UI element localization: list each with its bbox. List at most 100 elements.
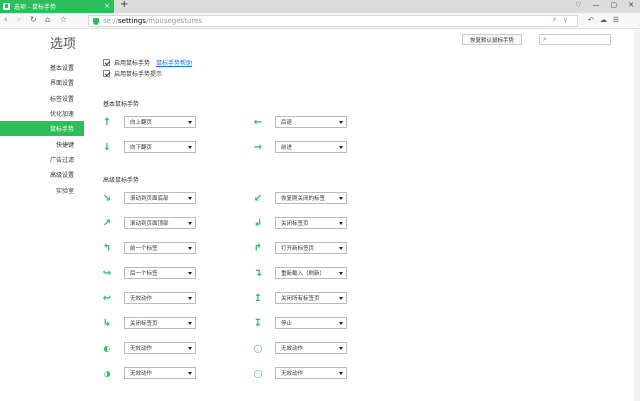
back-icon[interactable]: ‹ — [4, 15, 8, 25]
gesture-down-select[interactable]: 向下翻页 — [124, 141, 196, 153]
gesture-up-left-icon: ↲ — [253, 217, 263, 229]
home-icon[interactable]: ⌂ — [45, 15, 50, 24]
caret-icon — [339, 372, 343, 375]
toolbar: ↶ ☁ ☰ — [588, 16, 619, 24]
basic-gestures-heading: 基本鼠标手势 — [103, 101, 140, 108]
gesture-up-icon: ↑ — [102, 116, 112, 128]
mouse-right-click-icon: ◑ — [103, 368, 111, 378]
mouse-left-click-icon: ◐ — [103, 343, 111, 353]
undo-icon[interactable]: ↶ — [588, 16, 594, 24]
sidebar-item-shortcuts[interactable]: 快捷键 — [0, 136, 84, 151]
caret-icon — [339, 297, 343, 300]
gesture-down-then-right-icon: ↳ — [102, 317, 112, 329]
gesture-down-bar-select[interactable]: 停止 — [275, 317, 347, 329]
gesture-down-left-select[interactable]: 恢复刚关闭的标签 — [275, 192, 347, 204]
caret-icon — [188, 146, 192, 149]
caret-icon — [339, 272, 343, 275]
enable-gestures-checkbox[interactable] — [103, 59, 110, 66]
gesture-up-forward-icon: ↱ — [253, 242, 263, 254]
window-controls: ♡ — ▢ ✕ — [575, 1, 634, 9]
gesture-down-left-icon: ↙ — [253, 192, 263, 204]
close-tab-icon[interactable]: × — [104, 2, 110, 10]
page-title: 选项 — [50, 37, 77, 52]
caret-icon — [188, 322, 192, 325]
mouse-wheel-down-icon: ◯ — [253, 368, 263, 378]
browser-logo-icon — [3, 3, 10, 10]
caret-icon — [188, 347, 192, 350]
mouse-wheel-down-select[interactable]: 无效动作 — [275, 367, 347, 379]
gesture-up-forward-select[interactable]: 打开新标签页 — [275, 242, 347, 254]
sidebar-item-adblock[interactable]: 广告过滤 — [0, 152, 84, 167]
address-bar[interactable]: se://settings/mousegestures — [88, 15, 578, 27]
secure-shield-icon — [93, 17, 99, 25]
gesture-up-bar-icon: ↥ — [253, 292, 263, 304]
gesture-up-right-select[interactable]: 滚动到页面顶部 — [124, 217, 196, 229]
bolt-icon[interactable]: ⚡ — [552, 16, 557, 24]
gesture-down-icon: ↓ — [102, 141, 112, 153]
gesture-up-back-select[interactable]: 前一个标签 — [124, 242, 196, 254]
tab-bar: 选项 - 鼠标手势 × + ♡ — ▢ ✕ — [0, 0, 640, 13]
gesture-curve-right-select[interactable]: 后一个标签 — [124, 267, 196, 279]
url-host: settings — [118, 17, 146, 25]
mouse-wheel-up-icon: ◯ — [253, 343, 263, 353]
caret-icon — [188, 197, 192, 200]
enable-gestures-label: 启用鼠标手势 — [114, 60, 151, 67]
gesture-right-icon: → — [253, 141, 263, 153]
gesture-hint-option: 启用鼠标手势提示 — [103, 69, 162, 78]
gesture-up-select[interactable]: 向上翻页 — [124, 116, 196, 128]
cloud-icon[interactable]: ☁ — [600, 16, 607, 24]
mouse-left-click-select[interactable]: 无效动作 — [124, 342, 196, 354]
caret-icon — [339, 247, 343, 250]
menu-icon[interactable]: ☰ — [613, 16, 619, 24]
favorite-icon[interactable]: ♡ — [575, 1, 581, 9]
search-icon: ⌕ — [543, 35, 547, 43]
sidebar-item-lab[interactable]: 实验室 — [0, 182, 84, 197]
reset-gestures-button[interactable]: 恢复默认鼠标手势 — [462, 34, 522, 45]
reload-icon[interactable]: ↻ — [30, 15, 37, 24]
mouse-wheel-up-select[interactable]: 无效动作 — [275, 342, 347, 354]
tab-settings[interactable]: 选项 - 鼠标手势 × — [0, 0, 114, 13]
settings-search-input[interactable]: ⌕ — [539, 34, 611, 45]
caret-icon — [339, 347, 343, 350]
gesture-curve-left-select[interactable]: 无效动作 — [124, 292, 196, 304]
gesture-down-turn-icon: ↴ — [253, 267, 263, 279]
forward-icon[interactable]: › — [17, 15, 21, 25]
mouse-right-click-select[interactable]: 无效动作 — [124, 367, 196, 379]
gesture-up-back-icon: ↰ — [102, 242, 112, 254]
gesture-left-select[interactable]: 后退 — [275, 116, 347, 128]
maximize-button[interactable]: ▢ — [611, 1, 618, 9]
navigation-bar: ‹ › ↻ ⌂ ☆ se://settings/mousegestures ⚡ … — [0, 13, 640, 29]
enable-gestures-option: 启用鼠标手势 鼠标手势帮助 — [103, 58, 192, 67]
sidebar: 基本设置 界面设置 标签设置 优化加速 鼠标手势 快捷键 广告过滤 高级设置 实… — [0, 60, 84, 198]
caret-icon — [188, 297, 192, 300]
sidebar-item-basic[interactable]: 基本设置 — [0, 60, 84, 75]
close-window-button[interactable]: ✕ — [628, 1, 634, 9]
star-icon[interactable]: ☆ — [60, 15, 67, 24]
gesture-down-right-select[interactable]: 滚动到页面底部 — [124, 192, 196, 204]
gesture-curve-left-icon: ↩ — [102, 292, 112, 304]
sidebar-item-interface[interactable]: 界面设置 — [0, 75, 84, 90]
new-tab-button[interactable]: + — [120, 0, 128, 10]
gesture-down-then-right-select[interactable]: 关闭标签页 — [124, 317, 196, 329]
sidebar-item-advanced[interactable]: 高级设置 — [0, 167, 84, 182]
gesture-up-left-select[interactable]: 关闭标签页 — [275, 217, 347, 229]
scrollbar[interactable] — [634, 30, 640, 401]
sidebar-item-acceleration[interactable]: 优化加速 — [0, 106, 84, 121]
gesture-help-link[interactable]: 鼠标手势帮助 — [156, 58, 192, 67]
gesture-up-bar-select[interactable]: 关闭所有标签页 — [275, 292, 347, 304]
caret-icon — [188, 272, 192, 275]
gesture-up-right-icon: ↗ — [102, 217, 112, 229]
caret-icon — [339, 121, 343, 124]
gesture-down-turn-select[interactable]: 重新载入（刷新） — [275, 267, 347, 279]
tab-title: 选项 - 鼠标手势 — [14, 4, 56, 11]
sidebar-item-tabs[interactable]: 标签设置 — [0, 91, 84, 106]
caret-icon — [188, 222, 192, 225]
chevron-down-icon[interactable]: ∨ — [563, 16, 568, 24]
caret-icon — [188, 372, 192, 375]
gesture-hint-checkbox[interactable] — [103, 70, 110, 77]
sidebar-item-mouse-gestures[interactable]: 鼠标手势 — [0, 121, 84, 137]
caret-icon — [339, 146, 343, 149]
minimize-button[interactable]: — — [593, 1, 600, 9]
gesture-right-select[interactable]: 前进 — [275, 141, 347, 153]
caret-icon — [188, 121, 192, 124]
